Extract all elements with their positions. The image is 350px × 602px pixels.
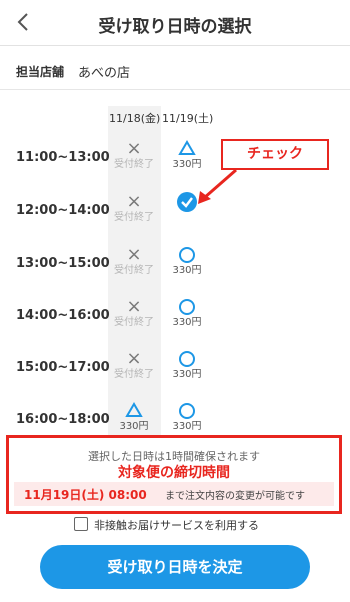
- slot-cell-limited[interactable]: 330円: [108, 402, 160, 433]
- closed-label: 受付終了: [114, 265, 154, 276]
- triangle-icon: [108, 402, 160, 420]
- slot-label: 12:00~14:00: [16, 203, 110, 218]
- contactless-checkbox[interactable]: [74, 517, 88, 531]
- confirm-datetime-button[interactable]: 受け取り日時を決定: [40, 545, 310, 589]
- deadline-annotation: 対象便の締切時間: [118, 465, 230, 481]
- contactless-label: 非接触お届けサービスを利用する: [94, 519, 259, 532]
- store-label: 担当店舗: [16, 65, 65, 79]
- circle-icon: [161, 350, 213, 368]
- slot-label: 11:00~13:00: [16, 150, 110, 165]
- store-row: 担当店舗 あべの店: [0, 46, 350, 90]
- closed-label: 受付終了: [114, 369, 154, 380]
- slot-cell-closed: × 受付終了: [108, 193, 160, 224]
- slot-label: 13:00~15:00: [16, 256, 110, 271]
- closed-x-icon: ×: [126, 296, 142, 317]
- triangle-icon: [161, 140, 213, 158]
- slot-label: 14:00~16:00: [16, 308, 110, 323]
- circle-icon: [161, 298, 213, 316]
- deadline-description: まで注文内容の変更が可能です: [165, 491, 305, 502]
- annotation-callout: チェック: [221, 139, 329, 170]
- closed-x-icon: ×: [126, 191, 142, 212]
- closed-label: 受付終了: [114, 159, 154, 170]
- store-name: あべの店: [78, 66, 131, 81]
- closed-x-icon: ×: [126, 348, 142, 369]
- slot-cell-available[interactable]: 330円: [161, 246, 213, 277]
- slot-cell-available[interactable]: 330円: [161, 350, 213, 381]
- date-header-2: 11/19(土): [162, 112, 214, 125]
- closed-label: 受付終了: [114, 212, 154, 223]
- slot-label: 16:00~18:00: [16, 412, 110, 427]
- closed-x-icon: ×: [126, 244, 142, 265]
- slot-cell-closed: × 受付終了: [108, 140, 160, 171]
- closed-label: 受付終了: [114, 317, 154, 328]
- confirm-button-label: 受け取り日時を決定: [107, 558, 243, 576]
- date-header-1: 11/18(金): [109, 112, 161, 125]
- price-label: 330円: [172, 265, 202, 276]
- slot-cell-limited[interactable]: 330円: [161, 140, 213, 171]
- selected-check-icon: [161, 191, 213, 213]
- page-title: 受け取り日時の選択: [98, 17, 252, 37]
- slot-cell-closed: × 受付終了: [108, 298, 160, 329]
- header: 受け取り日時の選択: [0, 0, 350, 46]
- slot-cell-available[interactable]: 330円: [161, 402, 213, 433]
- price-label: 330円: [172, 317, 202, 328]
- deadline-notice: 選択した日時は1時間確保されます 対象便の締切時間 11月19日(土) 08:0…: [6, 435, 342, 514]
- closed-x-icon: ×: [126, 138, 142, 159]
- price-label: 330円: [172, 369, 202, 380]
- circle-icon: [161, 402, 213, 420]
- price-label: 330円: [119, 421, 149, 432]
- slot-cell-available[interactable]: 330円: [161, 298, 213, 329]
- deadline-band: 11月19日(土) 08:00 まで注文内容の変更が可能です: [14, 482, 334, 506]
- price-label: 330円: [172, 159, 202, 170]
- circle-icon: [161, 246, 213, 264]
- slot-label: 15:00~17:00: [16, 360, 110, 375]
- price-label: 330円: [172, 421, 202, 432]
- callout-text: チェック: [247, 146, 303, 162]
- slot-cell-selected[interactable]: [161, 191, 213, 213]
- slot-cell-closed: × 受付終了: [108, 246, 160, 277]
- deadline-datetime: 11月19日(土) 08:00: [24, 488, 147, 502]
- slot-cell-closed: × 受付終了: [108, 350, 160, 381]
